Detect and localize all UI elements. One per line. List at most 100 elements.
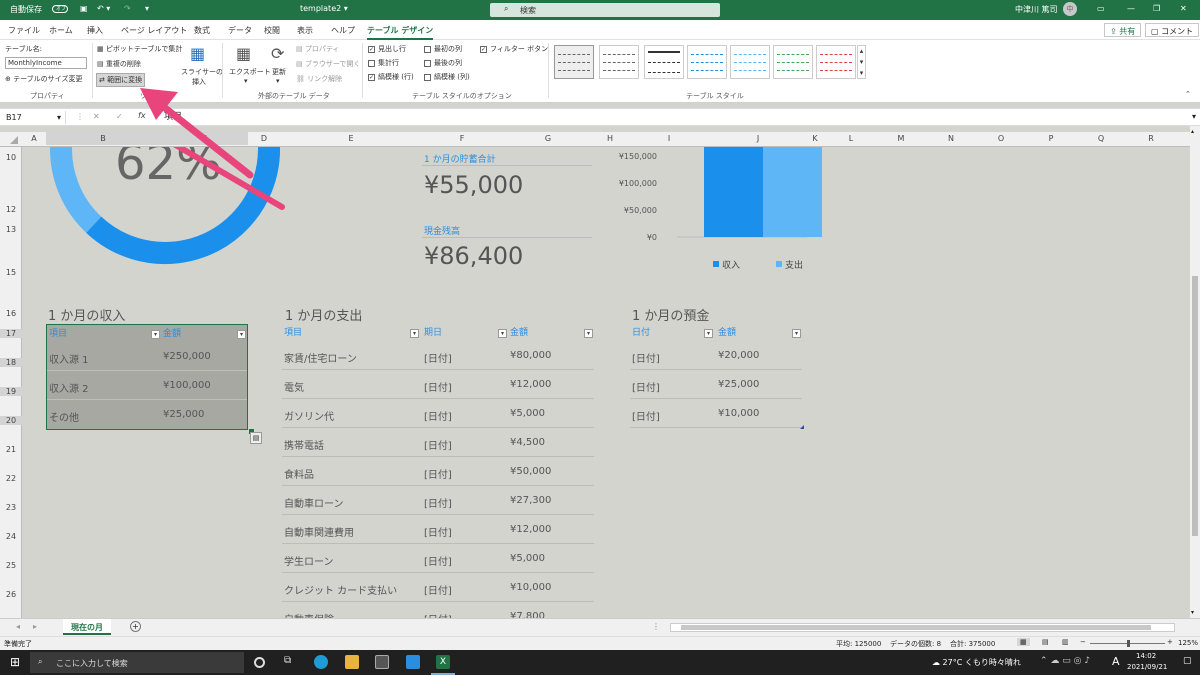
col-header-i[interactable]: I [626,134,712,143]
table-style-swatch-1[interactable] [554,45,594,79]
row-header[interactable]: 20 [0,416,22,425]
income-cell[interactable]: その他 [49,409,79,424]
minimize-icon[interactable]: — [1127,4,1135,13]
row-header[interactable]: 22 [0,474,22,483]
exp-cell[interactable]: 自動車関連費用 [284,524,354,539]
dep-cell[interactable]: [日付] [632,379,660,394]
exp-cell[interactable]: ¥12,000 [510,524,551,535]
zoom-out-icon[interactable]: − [1080,638,1086,646]
table-style-swatch-7[interactable] [816,45,856,79]
style-scroll-icon[interactable]: ▴ ▾ ▾ [857,45,866,79]
sheet-tab-current[interactable]: 現在の月 [63,619,111,635]
row-header[interactable]: 21 [0,445,22,454]
exp-cell[interactable]: [日付] [424,495,452,510]
prev-sheet-icon[interactable]: ◂ [16,622,20,631]
taskbar-search[interactable]: ⌕ ここに入力して検索 [30,652,244,673]
tab-view[interactable]: 表示 [297,25,313,36]
row-header[interactable]: 23 [0,503,22,512]
filter-dropdown-icon[interactable]: ▾ [704,329,713,338]
export-button[interactable]: エクスポート [229,67,271,77]
average-status[interactable]: 平均: 125000 [836,639,881,649]
deposits-table[interactable]: 日付 ▾ 金額 ▾ [日付] ¥20,000 [日付] ¥25,000 [日付] ¥10,… [630,324,804,434]
windows-start-icon[interactable]: ⊞ [10,655,20,669]
zoom-level[interactable]: 125% [1178,639,1198,647]
col-header-j[interactable]: J [712,134,804,143]
expenses-table[interactable]: 項目 ▾ 期日 ▾ 金額 ▾ 家賃/住宅ローン [日付] ¥80,000 電気 [日付]… [282,324,594,618]
properties-button[interactable]: ▤ プロパティ [296,44,339,54]
resize-table-button[interactable]: ⊕ テーブルのサイズ変更 [5,74,82,84]
zoom-in-icon[interactable]: + [1167,638,1173,646]
collapse-ribbon-icon[interactable]: ⌃ [1185,90,1191,98]
table-name-input[interactable] [5,57,87,69]
expand-formula-icon[interactable]: ▾ [1192,112,1196,121]
count-status[interactable]: データの個数: 8 [890,639,941,649]
filter-button-checkbox[interactable]: ✓ フィルター ボタン [480,44,548,54]
open-in-browser-button[interactable]: ▤ ブラウザーで開く [296,59,360,69]
file-name[interactable]: template2 ▾ [300,4,348,13]
refresh-icon[interactable]: ⟳ [271,44,284,63]
file-explorer-icon[interactable] [345,655,359,669]
exp-cell[interactable]: [日付] [424,582,452,597]
col-header-q[interactable]: Q [1076,134,1126,143]
tab-home[interactable]: ホーム [49,25,73,36]
exp-cell[interactable]: [日付] [424,524,452,539]
row-header[interactable]: 10 [0,153,22,162]
col-header-e[interactable]: E [280,134,422,143]
dep-cell[interactable]: ¥20,000 [718,350,759,361]
select-all-corner[interactable] [10,136,18,144]
sum-status[interactable]: 合計: 375000 [950,639,995,649]
tab-table-design[interactable]: テーブル デザイン [367,25,434,40]
excel-taskbar-icon[interactable]: X [436,655,450,669]
row-header[interactable]: 24 [0,532,22,541]
exp-cell[interactable]: ¥5,000 [510,553,545,564]
col-header-a[interactable]: A [22,134,46,143]
pivot-summary-button[interactable]: ▦ ピボットテーブルで集計 [97,44,182,54]
maximize-icon[interactable]: ❐ [1153,4,1160,13]
total-row-checkbox[interactable]: 集計行 [368,58,399,68]
exp-cell[interactable]: 自動車ローン [284,495,344,510]
tab-review[interactable]: 校閲 [264,25,280,36]
worksheet[interactable]: 62% 1 か月の貯蓄合計 ¥55,000 現金残高 ¥86,400 ¥150,… [22,147,1190,618]
vertical-scrollbar[interactable]: ▴ ▾ [1190,126,1200,618]
customize-qat-icon[interactable]: ▾ [145,4,149,13]
row-header[interactable]: 18 [0,358,22,367]
search-box[interactable]: ⌕ 検索 [490,3,720,17]
avatar[interactable]: 中 [1063,2,1077,16]
exp-cell[interactable]: 学生ローン [284,553,334,568]
col-header-p[interactable]: P [1026,134,1076,143]
table-style-swatch-4[interactable] [687,45,727,79]
comment-button[interactable]: ▢ コメント [1145,23,1200,37]
col-header-k[interactable]: K [804,134,826,143]
tab-help[interactable]: ヘルプ [331,25,355,36]
last-column-checkbox[interactable]: 最後の列 [424,58,462,68]
header-row-checkbox[interactable]: ✓ 見出し行 [368,44,406,54]
col-header-o[interactable]: O [976,134,1026,143]
remove-duplicates-button[interactable]: ▤ 重複の削除 [97,59,141,69]
first-column-checkbox[interactable]: 最初の列 [424,44,462,54]
tray-icons[interactable]: ⌃ ☁ ▭ ◎ ♪ [1040,656,1090,666]
table-style-swatch-2[interactable] [599,45,639,79]
exp-cell[interactable]: 電気 [284,379,304,394]
clock-date[interactable]: 2021/09/21 [1127,663,1167,671]
slicer-icon[interactable]: ▦ [190,44,205,63]
tab-insert[interactable]: 挿入 [87,25,103,36]
autosave-toggle[interactable]: オフ [52,4,68,13]
exp-cell[interactable]: [日付] [424,408,452,423]
page-break-icon[interactable]: ▥ [1062,638,1069,646]
col-header-m[interactable]: M [876,134,926,143]
tab-page-layout[interactable]: ページ レイアウト [121,25,187,36]
dep-cell[interactable]: ¥25,000 [718,379,759,390]
exp-cell[interactable]: 食料品 [284,466,314,481]
tab-data[interactable]: データ [228,25,252,36]
exp-cell[interactable]: ¥10,000 [510,582,551,593]
col-header-r[interactable]: R [1126,134,1176,143]
exp-cell[interactable]: ¥50,000 [510,466,551,477]
name-box[interactable]: B17 ▾ [2,111,66,124]
tab-file[interactable]: ファイル [8,25,40,36]
row-header[interactable]: 25 [0,561,22,570]
table-style-swatch-6[interactable] [773,45,813,79]
income-table[interactable]: 項目 ▾ 金額 ▾ 収入源 1 ¥250,000 収入源 2 ¥100,000 … [46,324,248,430]
unlink-button[interactable]: ⛓ リンク解除 [296,74,342,84]
exp-cell[interactable]: [日付] [424,466,452,481]
income-cell[interactable]: 収入源 1 [49,351,89,366]
